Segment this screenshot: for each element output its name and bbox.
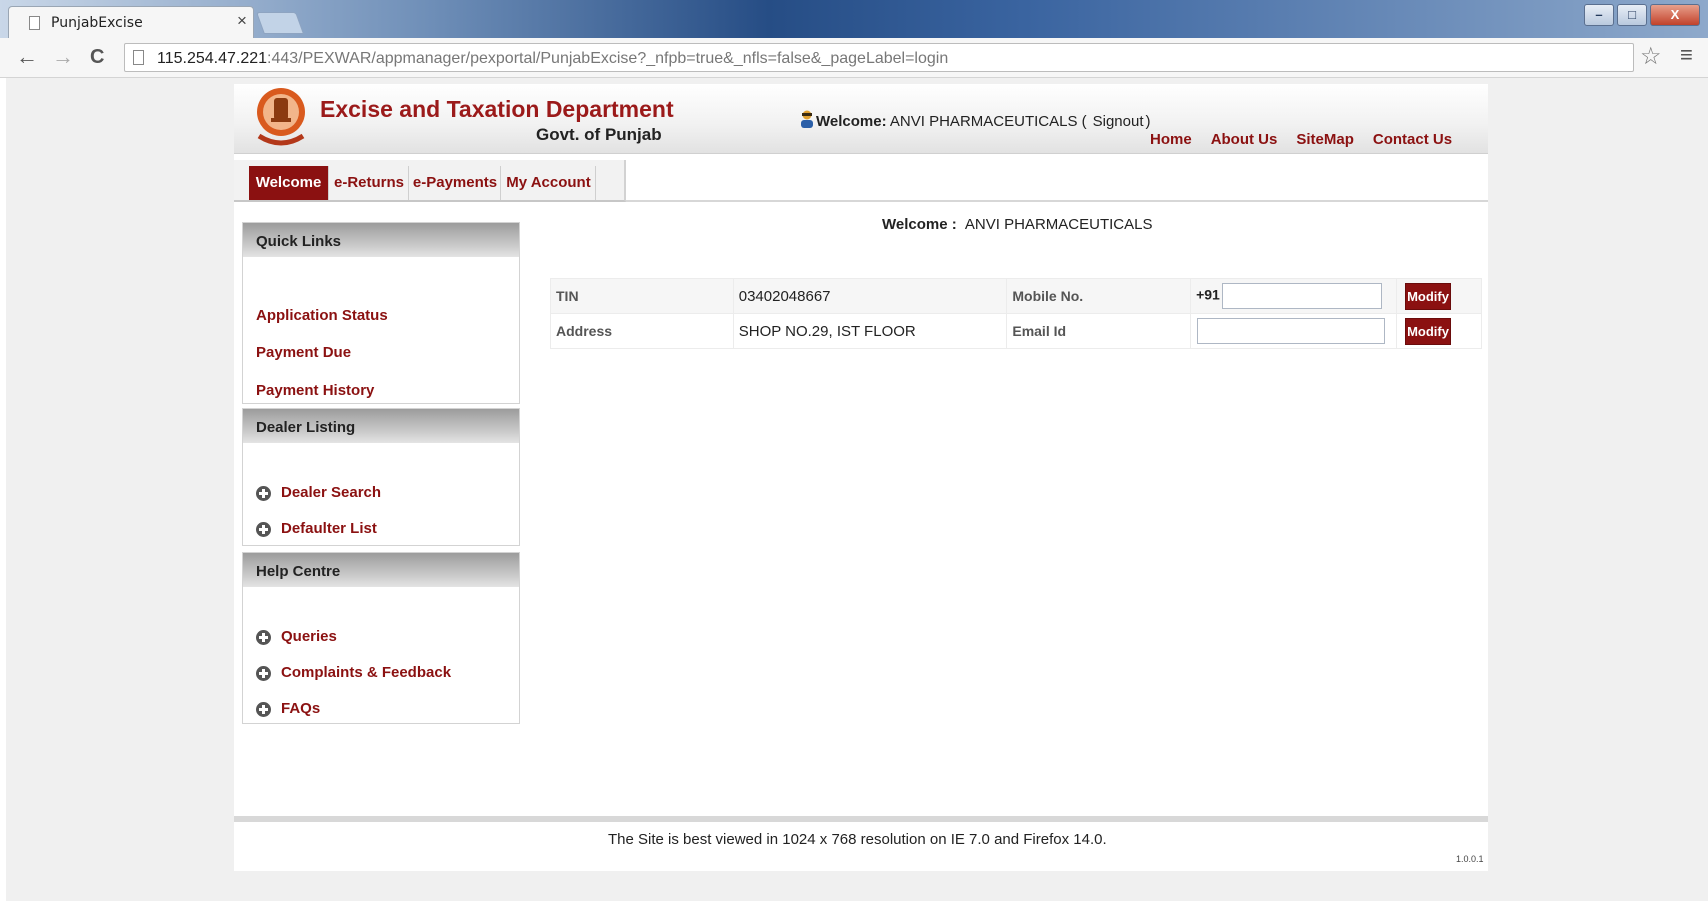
email-id-input[interactable] — [1197, 318, 1386, 344]
help-centre-box: Help Centre Queries Complaints & Feedbac… — [242, 552, 520, 724]
welcome-close-paren: ) — [1145, 113, 1151, 130]
tab-title: PunjabExcise — [51, 15, 143, 31]
dealer-listing-box: Dealer Listing Dealer Search Defaulter L… — [242, 408, 520, 546]
sitemap-link[interactable]: SiteMap — [1296, 131, 1354, 148]
quick-links-heading: Quick Links — [243, 223, 519, 257]
window-controls: – □ X — [1584, 4, 1700, 26]
signout-link[interactable]: Signout — [1093, 113, 1144, 130]
url-path: :443/PEXWAR/appmanager/pexportal/PunjabE… — [267, 50, 949, 67]
user-icon — [801, 110, 813, 128]
plus-circle-icon — [256, 522, 271, 537]
footer-divider — [234, 816, 1488, 822]
email-cell — [1190, 313, 1398, 349]
defaulter-list-link[interactable]: Defaulter List — [281, 520, 377, 537]
tab-e-returns[interactable]: e-Returns — [330, 166, 409, 200]
dealer-info-table: TIN 03402048667 Mobile No. +91 Modify Ad… — [550, 278, 1482, 349]
mobile-cell: +91 — [1190, 278, 1398, 314]
email-label: Email Id — [1006, 313, 1192, 349]
dealer-listing-heading: Dealer Listing — [243, 409, 519, 443]
site-header: Excise and Taxation Department Govt. of … — [234, 84, 1488, 154]
main-welcome: Welcome : ANVI PHARMACEUTICALS — [882, 216, 1152, 233]
viewport-edge — [0, 78, 6, 901]
tin-label: TIN — [550, 278, 734, 314]
plus-circle-icon — [256, 486, 271, 501]
about-us-link[interactable]: About Us — [1211, 131, 1278, 148]
mobile-label: Mobile No. — [1006, 278, 1192, 314]
bookmark-star-icon[interactable]: ☆ — [1640, 42, 1662, 71]
tab-my-account[interactable]: My Account — [502, 166, 596, 200]
dealer-search-link[interactable]: Dealer Search — [281, 484, 381, 501]
department-title: Excise and Taxation Department — [320, 96, 674, 122]
browser-toolbar: ← → C 115.254.47.221:443/PEXWAR/appmanag… — [0, 38, 1708, 78]
plus-circle-icon — [256, 702, 271, 717]
mobile-prefix: +91 — [1196, 286, 1220, 303]
tab-close-icon[interactable]: × — [237, 11, 247, 31]
nav-tabs: Welcome e-Returns e-Payments My Account — [234, 160, 626, 202]
browser-menu-icon[interactable]: ≡ — [1680, 42, 1693, 68]
url-text: 115.254.47.221:443/PEXWAR/appmanager/pex… — [157, 50, 948, 68]
footer-text: The Site is best viewed in 1024 x 768 re… — [608, 831, 1107, 848]
complaints-feedback-link[interactable]: Complaints & Feedback — [281, 664, 451, 681]
home-link[interactable]: Home — [1150, 131, 1192, 148]
portal-page: Excise and Taxation Department Govt. of … — [234, 84, 1488, 871]
browser-titlebar: PunjabExcise × – □ X — [0, 0, 1708, 38]
table-row: TIN 03402048667 Mobile No. +91 Modify — [550, 278, 1482, 314]
plus-circle-icon — [256, 666, 271, 681]
main-nav: Welcome e-Returns e-Payments My Account — [234, 160, 1488, 202]
welcome-user: ANVI PHARMACEUTICALS ( — [889, 113, 1087, 130]
header-welcome: Welcome: ANVI PHARMACEUTICALS ( Signout) — [800, 110, 1151, 130]
reload-icon[interactable]: C — [90, 46, 104, 69]
browser-tab[interactable]: PunjabExcise × — [8, 6, 254, 38]
modify-email-button[interactable]: Modify — [1405, 317, 1452, 345]
welcome-label: Welcome: — [816, 113, 887, 130]
modify-mobile-button[interactable]: Modify — [1405, 282, 1452, 310]
quick-links-box: Quick Links Application Status Payment D… — [242, 222, 520, 404]
faqs-link[interactable]: FAQs — [281, 700, 320, 717]
queries-link[interactable]: Queries — [281, 628, 337, 645]
application-status-link[interactable]: Application Status — [256, 307, 388, 324]
govt-emblem-logo — [257, 88, 305, 146]
plus-circle-icon — [256, 630, 271, 645]
page-icon — [133, 50, 144, 65]
tab-e-payments[interactable]: e-Payments — [410, 166, 501, 200]
address-label: Address — [550, 313, 734, 349]
close-window-button[interactable]: X — [1650, 4, 1700, 26]
page-icon — [29, 16, 40, 30]
minimize-button[interactable]: – — [1584, 4, 1614, 26]
address-value: SHOP NO.29, IST FLOOR — [732, 313, 1008, 349]
payment-due-link[interactable]: Payment Due — [256, 344, 351, 361]
tin-value: 03402048667 — [732, 278, 1008, 314]
email-modify-cell: Modify — [1396, 313, 1482, 349]
maximize-button[interactable]: □ — [1617, 4, 1647, 26]
payment-history-link[interactable]: Payment History — [256, 382, 374, 399]
forward-arrow-icon[interactable]: → — [52, 44, 74, 70]
main-welcome-user: ANVI PHARMACEUTICALS — [964, 216, 1153, 233]
header-links: Home About Us SiteMap Contact Us — [1150, 131, 1452, 148]
back-arrow-icon[interactable]: ← — [16, 44, 38, 70]
table-row: Address SHOP NO.29, IST FLOOR Email Id M… — [550, 313, 1482, 349]
main-welcome-label: Welcome : — [882, 216, 957, 233]
contact-us-link[interactable]: Contact Us — [1373, 131, 1452, 148]
url-host: 115.254.47.221 — [157, 50, 268, 67]
mobile-modify-cell: Modify — [1396, 278, 1482, 314]
department-subtitle: Govt. of Punjab — [536, 125, 662, 144]
tab-welcome[interactable]: Welcome — [249, 166, 329, 200]
address-bar[interactable]: 115.254.47.221:443/PEXWAR/appmanager/pex… — [124, 43, 1634, 72]
version-number: 1.0.0.1 — [1456, 854, 1484, 864]
help-centre-heading: Help Centre — [243, 553, 519, 587]
mobile-number-input[interactable] — [1221, 283, 1382, 309]
new-tab-button[interactable] — [255, 12, 305, 34]
